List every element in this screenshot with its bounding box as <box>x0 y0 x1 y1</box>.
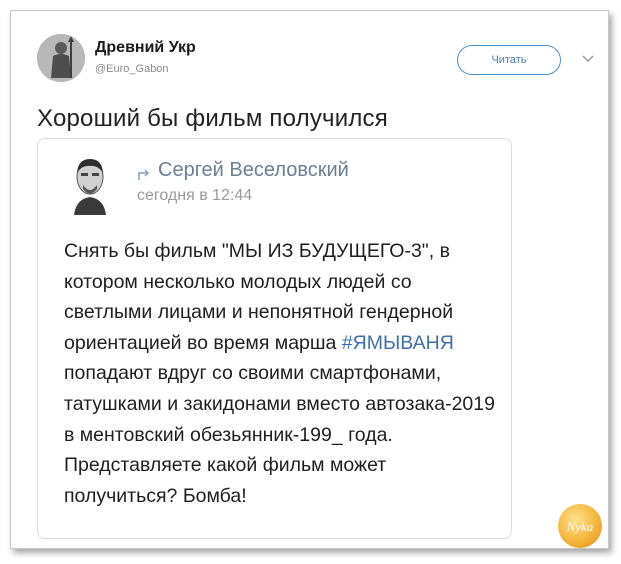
watermark-logo: Nyka <box>558 504 602 548</box>
avatar[interactable] <box>37 34 85 82</box>
author-photo <box>66 153 114 215</box>
watermark-text: Nyka <box>566 519 594 534</box>
hashtag-link[interactable]: #ЯМЫВАНЯ <box>342 332 454 354</box>
follow-button[interactable]: Читать <box>457 45 561 75</box>
tweet-card: Древний Укр @Euro_Gabon Читать Хороший б… <box>10 10 609 549</box>
post-body-text-2: попадают вдруг со своими смартфонами, та… <box>64 362 495 446</box>
post-body: Снять бы фильм "МЫ ИЗ БУДУЩЕГО-3", в кот… <box>64 236 504 511</box>
post-body-text-3: Представляете какой фильм может получить… <box>64 454 387 507</box>
author-handle[interactable]: @Euro_Gabon <box>95 63 169 75</box>
embedded-post[interactable]: Сергей Веселовский сегодня в 12:44 Снять… <box>37 138 512 539</box>
author-name[interactable]: Древний Укр <box>95 39 196 57</box>
share-icon <box>138 169 149 180</box>
post-timestamp: сегодня в 12:44 <box>137 187 253 204</box>
statue-avatar-icon <box>37 34 85 82</box>
post-author-name[interactable]: Сергей Веселовский <box>158 159 349 182</box>
chevron-down-icon[interactable] <box>581 53 595 65</box>
tweet-text: Хороший бы фильм получился <box>37 105 388 132</box>
watermark-logo-icon: Nyka <box>566 519 594 534</box>
